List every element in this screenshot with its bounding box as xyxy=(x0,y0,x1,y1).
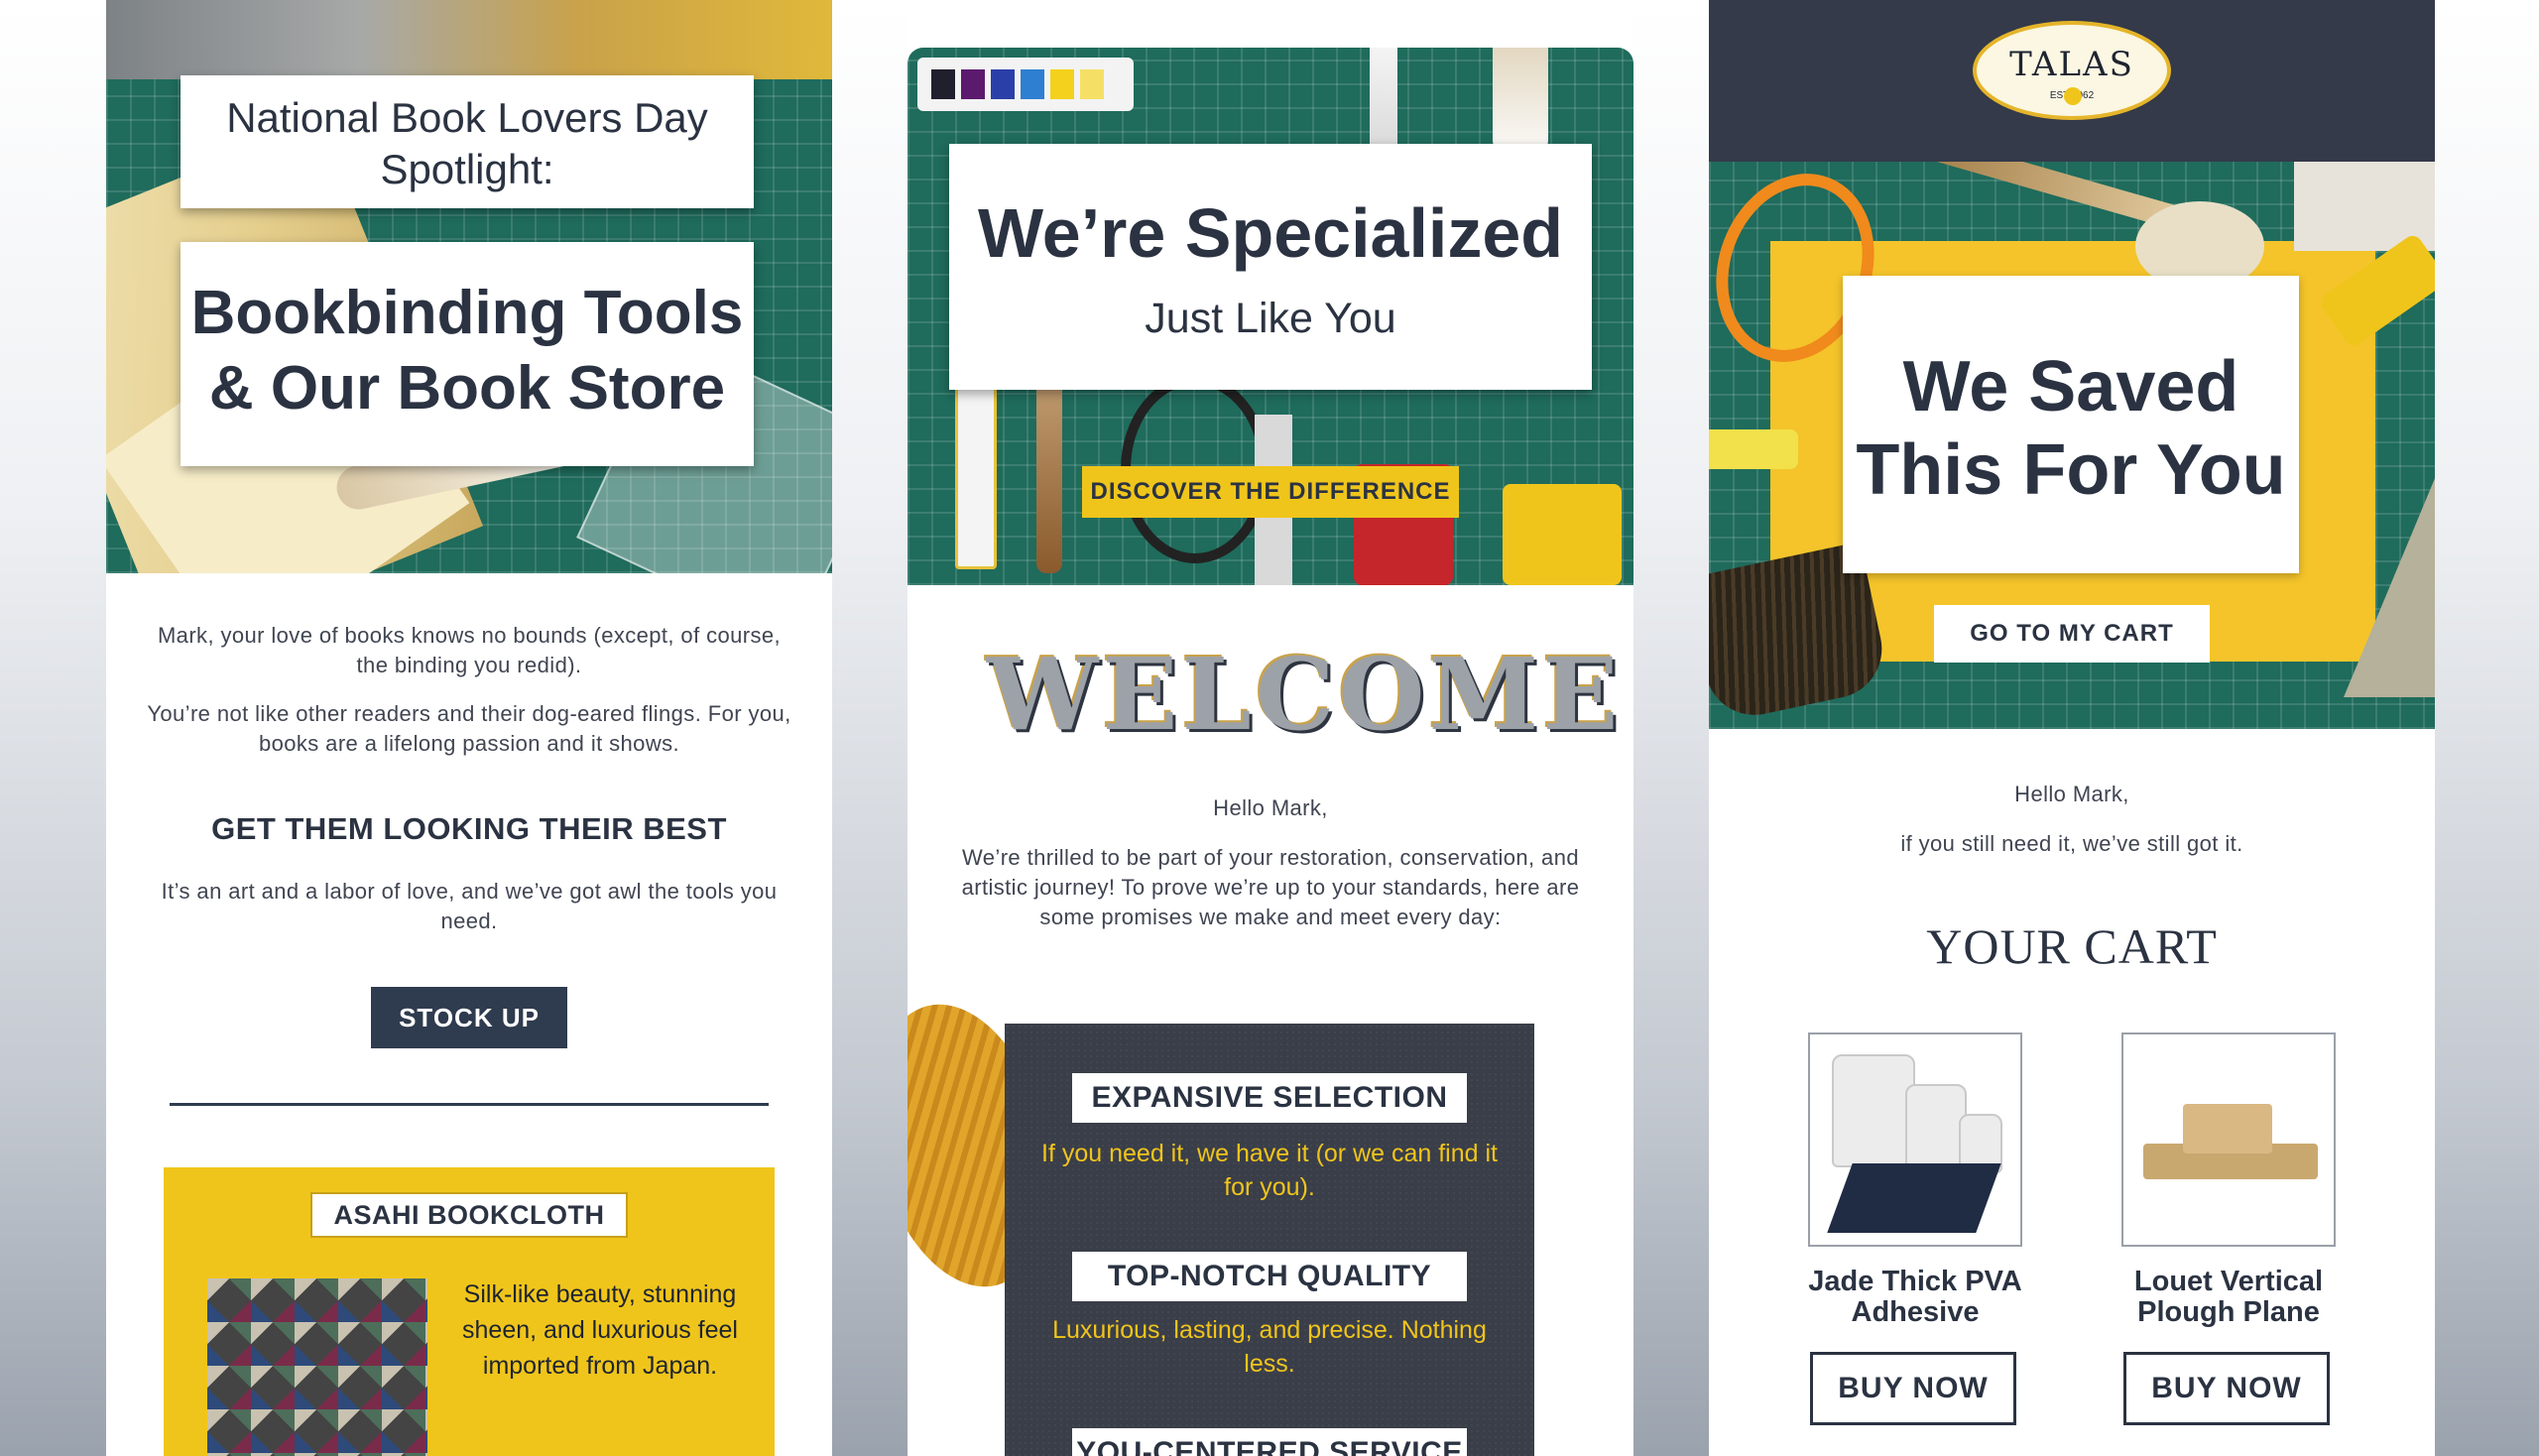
adhesive-jug-medium xyxy=(1905,1084,1967,1173)
plough-plane-top xyxy=(2183,1104,2272,1153)
cart-heading: YOUR CART xyxy=(1926,918,2218,974)
still-got-it-text: if you still need it, we’ve still got it… xyxy=(1900,831,2243,856)
stock-up-button[interactable]: STOCK UP xyxy=(371,987,567,1048)
cutting-mat-shape xyxy=(1827,1163,2001,1233)
email-panel-welcome: We’re Specialized Just Like You DISCOVER… xyxy=(907,0,1633,1456)
product-image-plough-plane[interactable] xyxy=(2121,1032,2336,1247)
hello-text: Hello Mark, xyxy=(1213,795,1328,820)
hello-text: Hello Mark, xyxy=(2014,782,2129,806)
section-text: It’s an art and a labor of love, and we’… xyxy=(161,879,778,933)
email-panel-bookbinding: National Book Lovers Day Spotlight: Book… xyxy=(106,0,832,1456)
logo-emblem-icon xyxy=(2064,87,2082,105)
promises-block: EXPANSIVE SELECTION If you need it, we h… xyxy=(1005,1024,1534,1456)
feature-desc-quality: Luxurious, lasting, and precise. Nothing… xyxy=(1052,1316,1487,1378)
main-title: Bookbinding Tools & Our Book Store xyxy=(181,242,754,466)
talas-logo[interactable]: TALAS EST 1962 xyxy=(1973,21,2171,120)
tools-background-shape xyxy=(106,0,832,79)
email-panel-cart: TALAS EST 1962 We Saved This For You GO … xyxy=(1709,0,2435,1456)
section-heading: GET THEM LOOKING THEIR BEST xyxy=(211,811,727,846)
hero-title: We’re Specialized xyxy=(977,194,1564,272)
hero-image-bookbinding-tools: National Book Lovers Day Spotlight: Book… xyxy=(106,0,832,573)
watercolor-palette-shape xyxy=(917,58,1134,111)
title-card: We Saved This For You xyxy=(1843,276,2299,573)
buy-now-button[interactable]: BUY NOW xyxy=(2123,1352,2330,1425)
adhesive-jug-large xyxy=(1832,1054,1915,1167)
hero-image-saved-tools: We Saved This For You GO TO MY CART xyxy=(1709,162,2435,729)
title-card: We’re Specialized Just Like You xyxy=(949,144,1592,390)
yellow-thread-spool xyxy=(1503,484,1622,585)
buy-now-button[interactable]: BUY NOW xyxy=(1810,1352,2016,1425)
product-image-pva-adhesive[interactable] xyxy=(1808,1032,2022,1247)
welcome-lettering-text: WELCOME xyxy=(987,636,1623,753)
bookcloth-image xyxy=(207,1278,427,1456)
product-name[interactable]: Louet Vertical Plough Plane xyxy=(2092,1267,2365,1328)
hero-title: We Saved This For You xyxy=(1856,347,2286,510)
divider xyxy=(170,1103,769,1106)
logo-wordmark: TALAS xyxy=(2009,45,2134,84)
promo-card-bookcloth[interactable]: ASAHI BOOKCLOTH Silk-like beauty, stunni… xyxy=(164,1167,775,1456)
feature-label-service: YOU-CENTERED SERVICE xyxy=(1072,1428,1467,1456)
feature-desc-selection: If you need it, we have it (or we can fi… xyxy=(1041,1140,1498,1201)
glue-stick-shape xyxy=(1709,429,1798,469)
welcome-tool-lettering: WELCOME xyxy=(987,636,1623,753)
go-to-cart-button[interactable]: GO TO MY CART xyxy=(1934,605,2210,663)
email-header: TALAS EST 1962 xyxy=(1709,0,2435,162)
feature-label-selection: EXPANSIVE SELECTION xyxy=(1072,1073,1467,1123)
bone-folder-shape xyxy=(1036,365,1062,573)
product-name[interactable]: Jade Thick PVA Adhesive xyxy=(1778,1267,2052,1328)
spotlight-title: National Book Lovers Day Spotlight: xyxy=(181,75,754,208)
greeting-paragraph-1: Mark, your love of books knows no bounds… xyxy=(157,623,782,677)
feature-label-quality: TOP-NOTCH QUALITY xyxy=(1072,1252,1467,1301)
discover-button[interactable]: DISCOVER THE DIFFERENCE xyxy=(1082,466,1459,518)
promo-text: Silk-like beauty, stunning sheen, and lu… xyxy=(462,1280,738,1380)
promo-title: ASAHI BOOKCLOTH xyxy=(310,1192,628,1238)
hero-image-specialized-tools: We’re Specialized Just Like You DISCOVER… xyxy=(907,48,1633,585)
hero-subtitle: Just Like You xyxy=(1145,295,1396,342)
intro-paragraph: We’re thrilled to be part of your restor… xyxy=(961,845,1580,929)
glue-stick-shape xyxy=(955,385,997,569)
greeting-paragraph-2: You’re not like other readers and their … xyxy=(147,701,791,756)
